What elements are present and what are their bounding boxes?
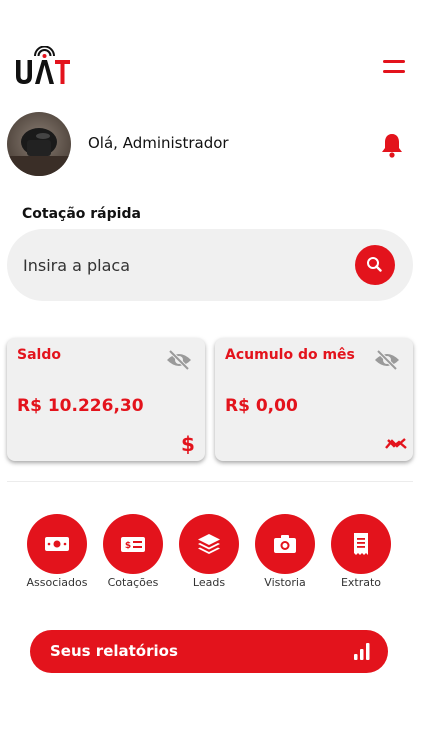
eye-slash-icon[interactable]: [165, 348, 193, 372]
balance-value: R$ 10.226,30: [17, 396, 144, 416]
trend-chart-icon: [385, 432, 407, 454]
card-title: Acumulo do mês: [225, 347, 355, 363]
profile-row: Olá, Administrador: [0, 110, 422, 180]
search-button[interactable]: [355, 245, 395, 285]
svg-text:$: $: [125, 541, 131, 551]
dollar-card-icon: $: [121, 537, 145, 552]
card-title: Saldo: [17, 347, 61, 363]
shortcut-label: Associados: [26, 576, 88, 589]
shortcut-row: Associados $ Cotações Leads Vistoria Ext…: [0, 512, 422, 592]
shortcut-associados[interactable]: Associados: [21, 512, 93, 592]
bell-icon[interactable]: [380, 132, 404, 158]
svg-text:$: $: [181, 432, 195, 454]
reports-label: Seus relatórios: [50, 642, 178, 660]
greeting-text: Olá, Administrador: [88, 134, 229, 152]
money-bill-icon: [45, 537, 69, 551]
layers-icon: [198, 534, 220, 554]
shortcut-circle: [255, 514, 315, 574]
monthly-value: R$ 0,00: [225, 396, 298, 416]
balance-card[interactable]: Saldo R$ 10.226,30 $: [7, 338, 205, 461]
eye-slash-icon[interactable]: [373, 348, 401, 372]
section-divider: [7, 481, 413, 482]
shortcut-leads[interactable]: Leads: [173, 512, 245, 592]
shortcut-circle: [179, 514, 239, 574]
plate-search-bar: [7, 229, 413, 301]
camera-icon: [274, 535, 296, 553]
search-icon: [367, 257, 382, 272]
quick-quote-title: Cotação rápida: [22, 206, 141, 222]
shortcut-label: Vistoria: [264, 576, 306, 589]
bar-chart-icon: [354, 643, 370, 660]
shortcut-circle: [27, 514, 87, 574]
shortcut-circle: [331, 514, 391, 574]
reports-button[interactable]: Seus relatórios: [30, 630, 388, 673]
hamburger-menu-icon[interactable]: [380, 56, 408, 78]
shortcut-extrato[interactable]: Extrato: [325, 512, 397, 592]
receipt-icon: [354, 533, 368, 555]
shortcut-vistoria[interactable]: Vistoria: [249, 512, 321, 592]
monthly-accumulated-card[interactable]: Acumulo do mês R$ 0,00: [215, 338, 413, 461]
app-header: [0, 44, 422, 92]
plate-input[interactable]: [23, 251, 343, 279]
shortcut-label: Extrato: [340, 576, 382, 589]
shortcut-label: Leads: [192, 576, 226, 589]
shortcut-label: Cotações: [107, 576, 159, 589]
dollar-icon: $: [177, 432, 199, 456]
shortcut-cotacoes[interactable]: $ Cotações: [97, 512, 169, 592]
uat-logo: [14, 45, 72, 86]
avatar[interactable]: [7, 112, 71, 176]
shortcut-circle: $: [103, 514, 163, 574]
